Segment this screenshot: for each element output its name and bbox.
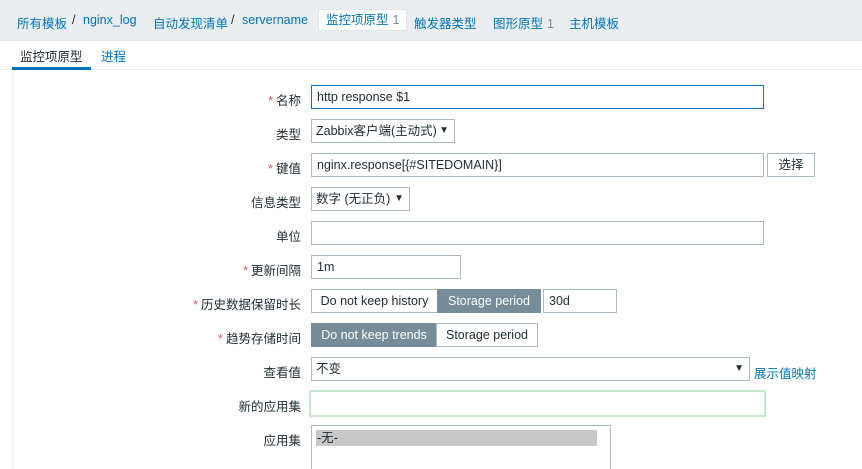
history-no-keep-button[interactable]: Do not keep history	[311, 289, 438, 313]
key-label-text: 键值	[275, 162, 301, 176]
interval-label-text: 更新间隔	[250, 264, 301, 278]
apps-listbox[interactable]: -无-	[311, 425, 611, 469]
history-storage-period-button[interactable]: Storage period	[437, 289, 541, 313]
required-marker: *	[268, 94, 273, 108]
breadcrumb-graph-prototypes[interactable]: 图形原型 1	[493, 13, 554, 32]
item-prototypes-count: 1	[392, 13, 400, 27]
units-input[interactable]	[311, 221, 764, 245]
active-tab-underline	[12, 67, 91, 70]
breadcrumb-separator: /	[72, 13, 76, 27]
tab-item-prototype[interactable]: 监控项原型	[20, 46, 83, 65]
breadcrumb-item-prototypes-label: 监控项原型	[326, 13, 389, 27]
breadcrumb-separator: /	[231, 13, 235, 27]
breadcrumb-graph-prototypes-label: 图形原型	[493, 17, 544, 31]
show-value-label: 查看值	[263, 366, 301, 380]
required-marker: *	[268, 162, 273, 176]
history-label: * 历史数据保留时长	[193, 294, 301, 313]
breadcrumb-discovery-rule[interactable]: servername	[242, 13, 308, 27]
new-app-input[interactable]	[309, 390, 766, 417]
graph-prototypes-count: 1	[547, 17, 554, 31]
interval-input[interactable]: 1m	[311, 255, 461, 279]
key-input[interactable]: nginx.response[{#SITEDOMAIN}]	[311, 153, 764, 177]
type-label: 类型	[275, 128, 301, 142]
required-marker: *	[243, 264, 248, 278]
name-label: * 名称	[268, 90, 301, 109]
apps-option-none[interactable]: -无-	[316, 430, 597, 446]
key-select-button[interactable]: 选择	[767, 153, 815, 177]
name-label-text: 名称	[275, 94, 301, 108]
key-label: * 键值	[268, 158, 301, 177]
caret-down-icon: ▼	[394, 193, 404, 204]
show-value-select-value: 不变	[316, 362, 342, 376]
caret-down-icon: ▼	[734, 363, 744, 374]
trends-no-keep-button[interactable]: Do not keep trends	[311, 323, 437, 347]
breadcrumb-host-templates[interactable]: 主机模板	[569, 13, 619, 32]
breadcrumb-host[interactable]: nginx_log	[83, 13, 137, 27]
units-label: 单位	[275, 230, 301, 244]
show-value-select[interactable]: 不变 ▼	[311, 357, 750, 381]
info-type-select[interactable]: 数字 (无正负) ▼	[311, 187, 410, 211]
breadcrumb-discovery-list[interactable]: 自动发现清单	[153, 13, 228, 32]
type-select-value: Zabbix客户端(主动式)	[316, 124, 437, 138]
type-select[interactable]: Zabbix客户端(主动式) ▼	[311, 119, 455, 143]
history-period-input[interactable]: 30d	[543, 289, 617, 313]
breadcrumb-item-prototypes[interactable]: 监控项原型 1	[318, 9, 408, 31]
show-value-mapping-link[interactable]: 展示值映射	[754, 363, 817, 382]
required-marker: *	[193, 298, 198, 312]
apps-label: 应用集	[263, 434, 301, 448]
breadcrumb-trigger-types[interactable]: 触发器类型	[414, 13, 477, 32]
info-type-label: 信息类型	[250, 196, 301, 210]
tab-bar: 监控项原型 进程	[0, 40, 862, 70]
trends-storage-period-button[interactable]: Storage period	[436, 323, 538, 347]
breadcrumb: 所有模板 / nginx_log 自动发现清单 / servername 监控项…	[0, 0, 862, 40]
name-input[interactable]: http response $1	[311, 85, 764, 109]
new-app-label: 新的应用集	[238, 400, 301, 414]
tab-process[interactable]: 进程	[101, 46, 126, 65]
caret-down-icon: ▼	[439, 125, 449, 136]
panel-divider	[12, 70, 13, 469]
interval-label: * 更新间隔	[243, 260, 301, 279]
required-marker: *	[218, 332, 223, 346]
trends-label: * 趋势存储时间	[218, 328, 301, 347]
breadcrumb-all-templates[interactable]: 所有模板	[17, 13, 67, 32]
info-type-select-value: 数字 (无正负)	[316, 192, 391, 206]
trends-label-text: 趋势存储时间	[225, 332, 301, 346]
history-label-text: 历史数据保留时长	[200, 298, 301, 312]
